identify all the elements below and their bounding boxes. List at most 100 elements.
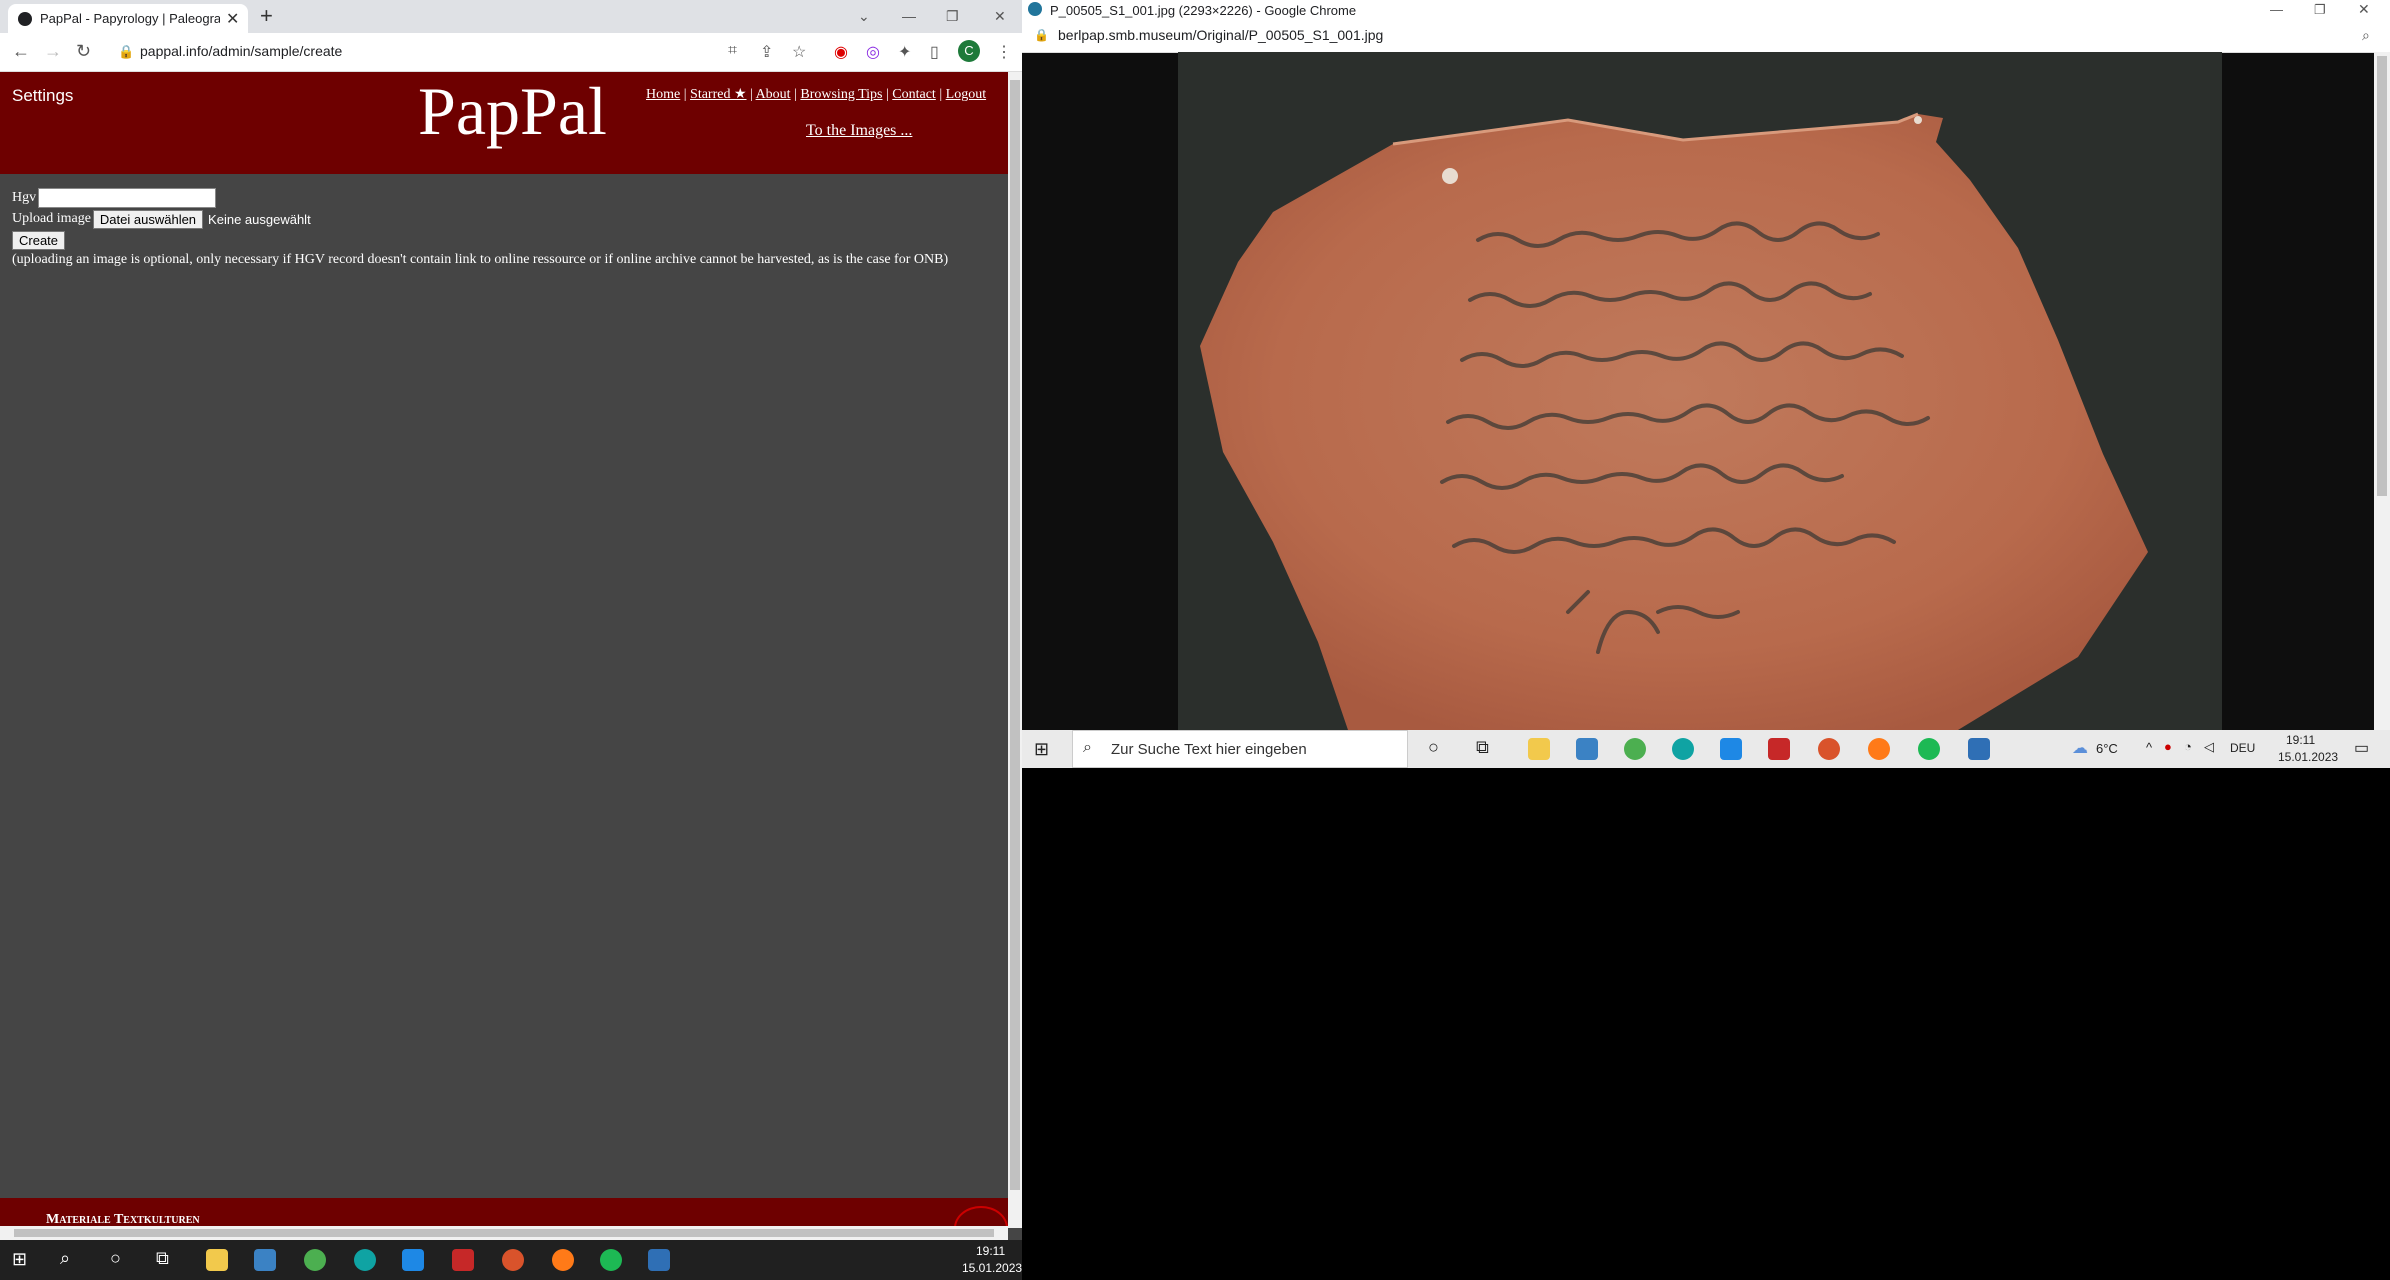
- horizontal-scrollbar-thumb[interactable]: [14, 1229, 994, 1237]
- main-taskbar: ⊞ ⌕ ○ ⧉ 19:11 15.01.2023: [0, 1240, 1022, 1280]
- zoom-icon[interactable]: ⌕: [2362, 27, 2370, 44]
- spotify-icon[interactable]: [1918, 738, 1940, 760]
- clock-time[interactable]: 19:11: [2286, 733, 2315, 747]
- share-icon[interactable]: ⇪: [760, 42, 773, 62]
- right-address-bar: 🔒 berlpap.smb.museum/Original/P_00505_S1…: [1022, 22, 2390, 53]
- reload-icon[interactable]: ↻: [76, 41, 91, 62]
- hgv-input[interactable]: [38, 188, 217, 208]
- windows-start-icon[interactable]: ⊞: [12, 1249, 27, 1270]
- language-indicator[interactable]: DEU: [2230, 741, 2255, 755]
- back-icon[interactable]: ←: [12, 41, 30, 62]
- nav-home[interactable]: Home: [646, 87, 680, 102]
- acrobat-icon[interactable]: [452, 1249, 474, 1271]
- new-tab-icon[interactable]: +: [260, 3, 273, 29]
- create-button[interactable]: Create: [12, 230, 66, 250]
- file-explorer-icon[interactable]: [1528, 738, 1550, 760]
- ostracon-image[interactable]: [1178, 52, 2222, 730]
- edge-icon[interactable]: [1672, 738, 1694, 760]
- mail-icon[interactable]: [402, 1249, 424, 1271]
- site-header: Settings PapPal Home | Starred ★ | About…: [0, 72, 1008, 174]
- taskbar-search-box[interactable]: ⌕ Zur Suche Text hier eingeben: [1072, 730, 1408, 768]
- url-field[interactable]: pappal.info/admin/sample/create: [140, 43, 342, 59]
- left-browser-window: PapPal - Papyrology | Paleography ✕ + ⌄ …: [0, 0, 1022, 1240]
- site-logo[interactable]: PapPal: [418, 72, 607, 151]
- create-sample-form: Hgv Upload image Datei auswählen Keine a…: [12, 188, 948, 268]
- weather-temp[interactable]: 6°C: [2096, 741, 2118, 756]
- bookmark-star-icon[interactable]: ☆: [792, 42, 806, 62]
- browser-tab[interactable]: PapPal - Papyrology | Paleography ✕: [8, 4, 248, 33]
- lock-icon: 🔒: [1034, 28, 1049, 42]
- chrome-icon[interactable]: [304, 1249, 326, 1271]
- nav-separator: |: [683, 87, 687, 102]
- nav-separator: |: [885, 87, 889, 102]
- cortana-icon[interactable]: ○: [1428, 737, 1439, 758]
- extension-2-icon[interactable]: ◎: [866, 42, 880, 62]
- minimize-icon[interactable]: —: [2270, 2, 2283, 17]
- choose-file-button[interactable]: Datei auswählen: [92, 209, 204, 229]
- notifications-icon[interactable]: ▭: [2354, 738, 2369, 758]
- restore-icon[interactable]: ❐: [2314, 2, 2326, 18]
- tab-title: PapPal - Papyrology | Paleography: [40, 11, 220, 26]
- nav-contact[interactable]: Contact: [892, 87, 936, 102]
- network-icon[interactable]: ◔: [2184, 739, 2192, 754]
- photos-icon[interactable]: [648, 1249, 670, 1271]
- chrome-icon[interactable]: [1624, 738, 1646, 760]
- forward-icon[interactable]: →: [44, 41, 62, 62]
- photos-icon[interactable]: [1968, 738, 1990, 760]
- tab-bar: PapPal - Papyrology | Paleography ✕ + ⌄ …: [0, 0, 1022, 33]
- close-tab-icon[interactable]: ✕: [226, 9, 239, 29]
- powerpoint-icon[interactable]: [1818, 738, 1840, 760]
- ostracon-shard-picture: [1178, 52, 2222, 730]
- menu-kebab-icon[interactable]: ⋮: [996, 42, 1012, 62]
- spotify-icon[interactable]: [600, 1249, 622, 1271]
- close-window-icon[interactable]: ✕: [994, 8, 1006, 25]
- extension-icon[interactable]: ◉: [834, 42, 848, 62]
- clock-time[interactable]: 19:11: [976, 1244, 1005, 1258]
- file-explorer-icon[interactable]: [206, 1249, 228, 1271]
- tab-search-icon[interactable]: ⌄: [858, 8, 870, 25]
- pappal-favicon-icon: [18, 12, 32, 26]
- extensions-puzzle-icon[interactable]: ✦: [898, 42, 911, 62]
- restore-icon[interactable]: ❐: [946, 8, 959, 25]
- search-icon: ⌕: [1083, 739, 1092, 756]
- weather-cloud-icon[interactable]: ☁: [2072, 738, 2088, 758]
- clock-date[interactable]: 15.01.2023: [2278, 750, 2338, 764]
- translate-icon[interactable]: ⌗: [728, 42, 737, 60]
- side-panel-icon[interactable]: ▯: [930, 42, 939, 62]
- settings-link[interactable]: Settings: [12, 86, 73, 106]
- clock-date[interactable]: 15.01.2023: [962, 1261, 1022, 1275]
- task-view-icon[interactable]: ⧉: [156, 1248, 169, 1269]
- store-icon[interactable]: [1576, 738, 1598, 760]
- nav-browsing-tips[interactable]: Browsing Tips: [800, 87, 882, 102]
- firefox-icon[interactable]: [552, 1249, 574, 1271]
- volume-icon[interactable]: ◁: [2204, 739, 2214, 755]
- nav-about[interactable]: About: [756, 87, 791, 102]
- firefox-icon[interactable]: [1868, 738, 1890, 760]
- nav-separator: |: [939, 87, 943, 102]
- close-window-icon[interactable]: ✕: [2358, 1, 2370, 18]
- upload-note: (uploading an image is optional, only ne…: [12, 252, 949, 267]
- right-browser-window: P_00505_S1_001.jpg (2293×2226) - Google …: [1022, 0, 2390, 730]
- hgv-label: Hgv: [12, 190, 37, 205]
- acrobat-icon[interactable]: [1768, 738, 1790, 760]
- nav-logout[interactable]: Logout: [946, 87, 986, 102]
- nav-starred[interactable]: Starred ★: [690, 87, 746, 102]
- to-images-link[interactable]: To the Images ...: [806, 122, 912, 140]
- address-bar: ← → ↻ 🔒 pappal.info/admin/sample/create …: [0, 33, 1022, 72]
- tray-app-icon[interactable]: ●: [2164, 739, 2172, 754]
- cortana-icon[interactable]: ○: [110, 1248, 121, 1269]
- store-icon[interactable]: [254, 1249, 276, 1271]
- vertical-scrollbar-thumb[interactable]: [1010, 80, 1020, 1190]
- search-icon[interactable]: ⌕: [60, 1248, 70, 1269]
- powerpoint-icon[interactable]: [502, 1249, 524, 1271]
- windows-start-icon[interactable]: ⊞: [1034, 739, 1049, 760]
- file-status: Keine ausgewählt: [208, 211, 311, 227]
- profile-avatar[interactable]: C: [958, 40, 980, 62]
- edge-icon[interactable]: [354, 1249, 376, 1271]
- mail-icon[interactable]: [1720, 738, 1742, 760]
- task-view-icon[interactable]: ⧉: [1476, 737, 1489, 758]
- image-vertical-scrollbar-thumb[interactable]: [2377, 56, 2387, 496]
- tray-chevron-icon[interactable]: ^: [2146, 740, 2152, 755]
- right-url-field[interactable]: berlpap.smb.museum/Original/P_00505_S1_0…: [1058, 27, 1383, 43]
- minimize-icon[interactable]: —: [902, 8, 916, 24]
